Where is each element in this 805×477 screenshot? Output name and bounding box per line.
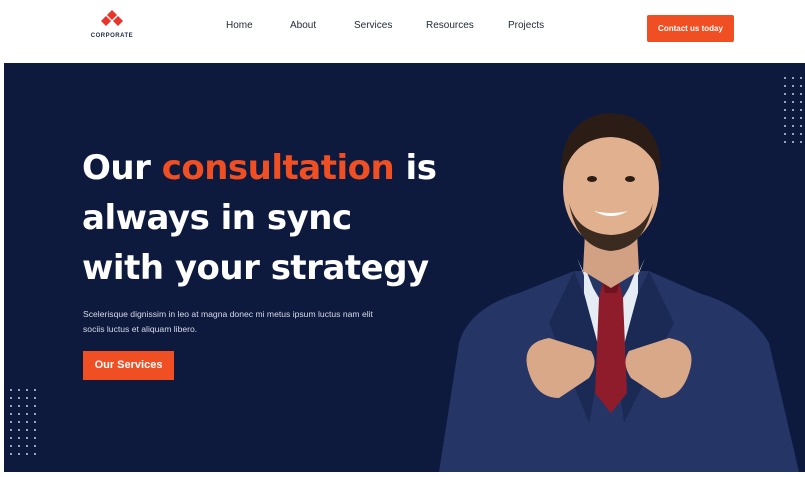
decorative-dot [10,421,12,423]
headline-line-1: Our consultation is [82,143,452,193]
decorative-dot [18,397,20,399]
decorative-dot-grid-left [10,389,38,461]
decorative-dot [18,429,20,431]
decorative-dot [34,397,36,399]
our-services-button[interactable]: Our Services [83,351,174,380]
nav-item-about[interactable]: About [290,20,316,31]
headline-line-2: always in sync [82,198,352,238]
decorative-dot [18,421,20,423]
decorative-dot [26,389,28,391]
decorative-dot [34,421,36,423]
headline-line-3: with your strategy [82,248,429,288]
decorative-dot [800,85,802,87]
top-navigation: CORPORATE Home About Services Resources … [0,0,805,58]
decorative-dot [34,389,36,391]
decorative-dot [26,421,28,423]
decorative-dot [10,453,12,455]
decorative-dot [18,437,20,439]
decorative-dot [18,389,20,391]
decorative-dot [10,405,12,407]
decorative-dot [26,453,28,455]
contact-us-button[interactable]: Contact us today [647,15,734,42]
decorative-dot [34,429,36,431]
decorative-dot [26,445,28,447]
decorative-dot [26,429,28,431]
decorative-dot [10,413,12,415]
decorative-dot [10,429,12,431]
hero-headline: Our consultation is always in sync with … [82,143,452,293]
headline-text: Our [82,148,162,188]
decorative-dot [784,85,786,87]
decorative-dot [26,437,28,439]
hero-subtext: Scelerisque dignissim in leo at magna do… [83,309,373,334]
decorative-dot [792,77,794,79]
decorative-dot [792,85,794,87]
nav-item-services[interactable]: Services [354,20,392,31]
brand-logo[interactable]: CORPORATE [84,10,140,44]
decorative-dot [34,445,36,447]
decorative-dot [10,389,12,391]
decorative-dot [34,413,36,415]
diamond-logo-icon [101,10,123,26]
nav-item-home[interactable]: Home [226,20,253,31]
decorative-dot [34,437,36,439]
decorative-dot [10,397,12,399]
decorative-dot [18,413,20,415]
businessman-photo [439,113,799,472]
decorative-dot [26,413,28,415]
decorative-dot [18,453,20,455]
decorative-dot [800,77,802,79]
brand-name: CORPORATE [90,33,134,39]
decorative-dot [26,405,28,407]
nav-item-projects[interactable]: Projects [508,20,544,31]
decorative-dot [18,405,20,407]
decorative-dot [34,453,36,455]
decorative-dot [26,397,28,399]
decorative-dot [10,437,12,439]
decorative-dot [10,445,12,447]
hero-section: Our consultation is always in sync with … [4,63,805,472]
headline-accent: consultation [161,148,395,188]
decorative-dot [18,445,20,447]
nav-item-resources[interactable]: Resources [426,20,474,31]
decorative-dot [784,77,786,79]
decorative-dot [34,405,36,407]
